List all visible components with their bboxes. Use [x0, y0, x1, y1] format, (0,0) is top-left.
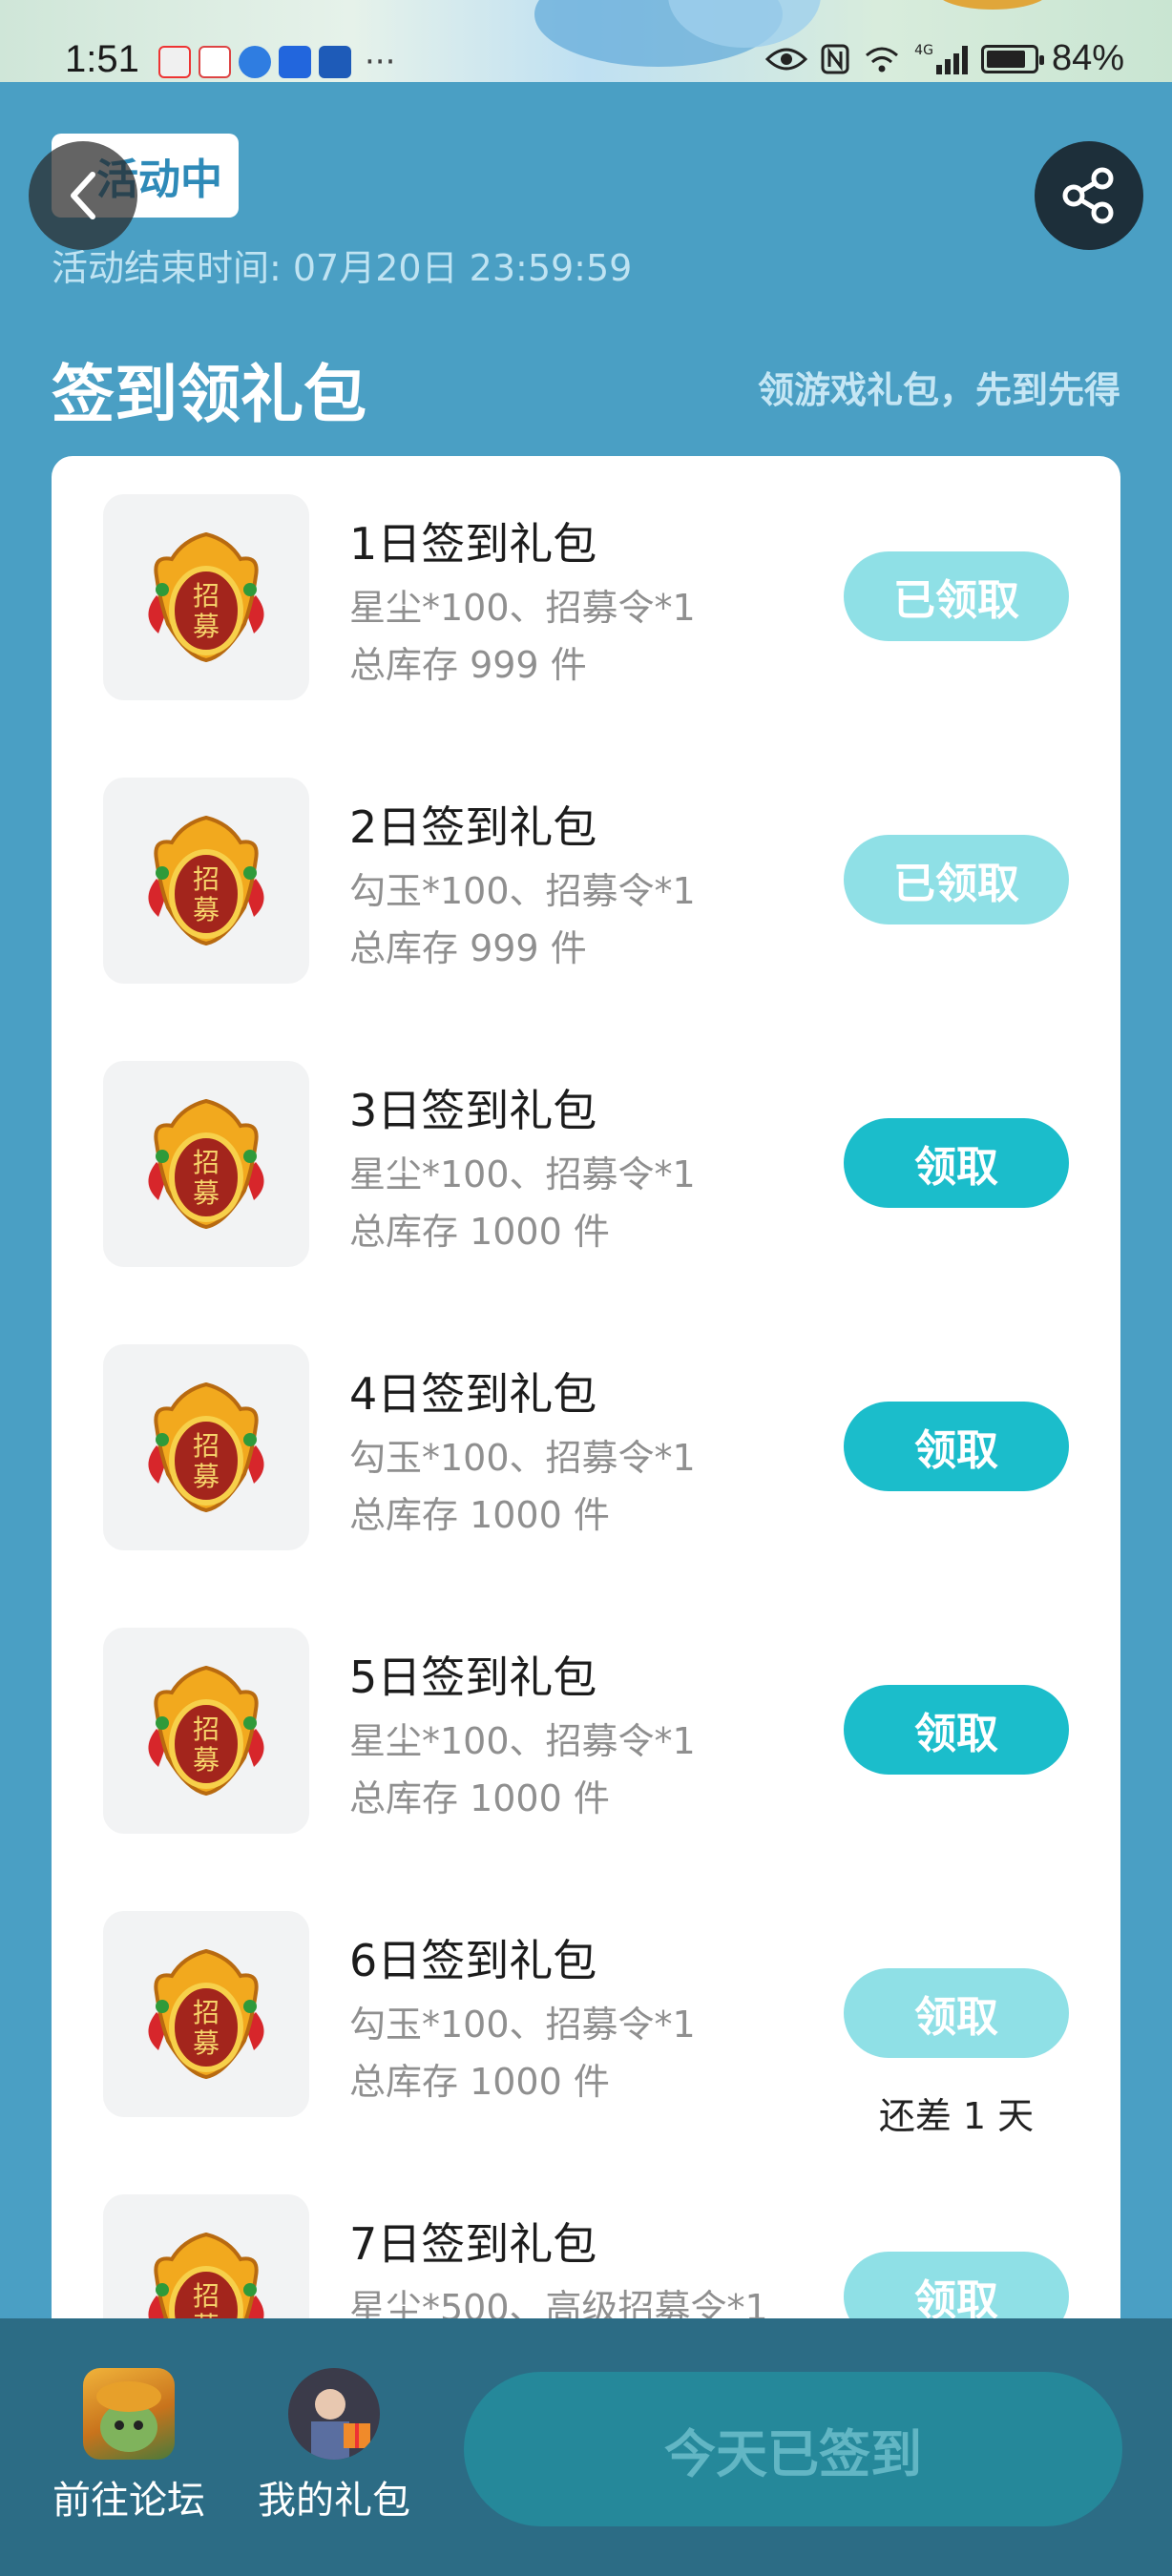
battery-fill: [986, 50, 1026, 68]
share-button[interactable]: [1035, 141, 1143, 250]
svg-text:招: 招: [193, 1997, 220, 2028]
claim-button[interactable]: 已领取: [844, 551, 1069, 641]
forum-game-icon: [83, 2368, 175, 2460]
svg-text:募: 募: [193, 611, 220, 642]
bottom-bar: 前往论坛 我的礼包 今天已签到: [0, 2318, 1172, 2576]
notification-icons: ···: [158, 46, 395, 78]
my-gifts-nav-button[interactable]: 我的礼包: [253, 2368, 415, 2524]
recruit-token-icon: 招 募: [148, 531, 264, 663]
gift-contents: 勾玉*100、招募令*1: [349, 2004, 696, 2046]
gift-contents: 星尘*100、招募令*1: [349, 1720, 696, 1762]
claim-button[interactable]: 领取: [844, 1402, 1069, 1491]
share-icon: [1062, 167, 1114, 224]
svg-text:招: 招: [193, 2280, 220, 2312]
svg-text:募: 募: [193, 1177, 220, 1209]
svg-text:募: 募: [193, 1461, 220, 1492]
gift-contents: 勾玉*100、招募令*1: [349, 870, 696, 912]
gift-row: 招 募 2日签到礼包 勾玉*100、招募令*1 总库存 999 件 已领取: [52, 739, 1120, 984]
gift-thumbnail: 招 募: [103, 1628, 309, 1834]
gift-stock: 总库存 999 件: [349, 927, 587, 969]
svg-text:招: 招: [193, 863, 220, 895]
gift-name: 3日签到礼包: [349, 1085, 597, 1136]
recruit-token-icon: 招 募: [148, 1665, 264, 1797]
battery-percent: 84%: [1051, 38, 1124, 78]
recruit-token-icon: 招 募: [148, 815, 264, 946]
gift-thumbnail: 招 募: [103, 1911, 309, 2117]
gift-stock: 总库存 999 件: [349, 644, 587, 686]
status-time: 1:51: [65, 38, 139, 80]
gift-name: 5日签到礼包: [349, 1652, 597, 1703]
app-notification-icon: [279, 46, 311, 78]
gift-name: 4日签到礼包: [349, 1368, 597, 1420]
claim-button[interactable]: 领取: [844, 1118, 1069, 1208]
app-notification-icon: [199, 46, 231, 78]
svg-text:募: 募: [193, 894, 220, 925]
page-title: 签到领礼包: [52, 358, 366, 431]
nfc-icon: [821, 44, 849, 73]
svg-text:招: 招: [193, 1714, 220, 1745]
banner-art: [935, 0, 1050, 10]
gift-name: 6日签到礼包: [349, 1935, 597, 1986]
my-gifts-avatar-icon: [288, 2368, 380, 2460]
claim-button[interactable]: 领取: [844, 1685, 1069, 1775]
gift-contents: 星尘*100、招募令*1: [349, 587, 696, 629]
gift-thumbnail: 招 募: [103, 778, 309, 984]
svg-text:招: 招: [193, 1430, 220, 1462]
gift-thumbnail: 招 募: [103, 1344, 309, 1550]
back-button[interactable]: [29, 141, 137, 250]
svg-text:招: 招: [193, 580, 220, 612]
my-gifts-label: 我的礼包: [258, 2479, 410, 2523]
recruit-token-icon: 招 募: [148, 1381, 264, 1513]
eye-icon: [765, 48, 808, 70]
autohome-icon: [319, 46, 351, 78]
gift-stock: 总库存 1000 件: [349, 1211, 610, 1253]
gift-name: 7日签到礼包: [349, 2218, 597, 2270]
gift-name: 2日签到礼包: [349, 801, 597, 853]
gift-stock: 总库存 1000 件: [349, 1494, 610, 1536]
claim-button[interactable]: 领取: [844, 1968, 1069, 2058]
gift-stock: 总库存 1000 件: [349, 2061, 610, 2103]
gift-row: 招 募 1日签到礼包 星尘*100、招募令*1 总库存 999 件 已领取: [52, 456, 1120, 700]
recruit-token-icon: 招 募: [148, 1948, 264, 2080]
svg-text:招: 招: [193, 1147, 220, 1178]
battery-icon: [980, 44, 1044, 73]
status-bar: 1:51 ··· 4G 84%: [0, 0, 1172, 82]
signed-in-today-button[interactable]: 今天已签到: [464, 2372, 1122, 2526]
forum-nav-button[interactable]: 前往论坛: [48, 2368, 210, 2524]
recruit-token-icon: 招 募: [148, 1098, 264, 1230]
gift-row: 招 募 3日签到礼包 星尘*100、招募令*1 总库存 1000 件 领取: [52, 1023, 1120, 1267]
gift-thumbnail: 招 募: [103, 494, 309, 700]
wifi-icon: [866, 47, 899, 72]
gift-row: 招 募 4日签到礼包 勾玉*100、招募令*1 总库存 1000 件 领取: [52, 1306, 1120, 1550]
gift-row: 招 募 6日签到礼包 勾玉*100、招募令*1 总库存 1000 件 领取 还差…: [52, 1873, 1120, 2137]
page-subtitle: 领游戏礼包，先到先得: [757, 369, 1120, 411]
gift-stock: 总库存 1000 件: [349, 1777, 610, 1819]
claim-button[interactable]: 已领取: [844, 835, 1069, 924]
gift-contents: 勾玉*100、招募令*1: [349, 1437, 696, 1479]
svg-text:募: 募: [193, 2027, 220, 2059]
claim-remaining-note: 还差 1 天: [878, 2095, 1035, 2137]
gift-thumbnail: 招 募: [103, 1061, 309, 1267]
gift-name: 1日签到礼包: [349, 518, 597, 570]
forum-label: 前往论坛: [52, 2479, 205, 2523]
gift-list-card: 招 募 1日签到礼包 星尘*100、招募令*1 总库存 999 件 已领取 招: [52, 456, 1120, 2364]
more-notifications-icon: ···: [365, 43, 396, 81]
chevron-left-icon: [71, 172, 95, 219]
weibo-icon: [158, 46, 191, 78]
gift-row: 招 募 5日签到礼包 星尘*100、招募令*1 总库存 1000 件 领取: [52, 1589, 1120, 1834]
gift-contents: 星尘*100、招募令*1: [349, 1153, 696, 1195]
svg-text:募: 募: [193, 1744, 220, 1776]
cellular-signal-icon: 4G: [914, 44, 968, 74]
system-indicators: 4G 84%: [765, 38, 1124, 79]
browser-icon: [239, 46, 271, 78]
activity-end-time: 活动结束时间: 07月20日 23:59:59: [52, 247, 633, 289]
